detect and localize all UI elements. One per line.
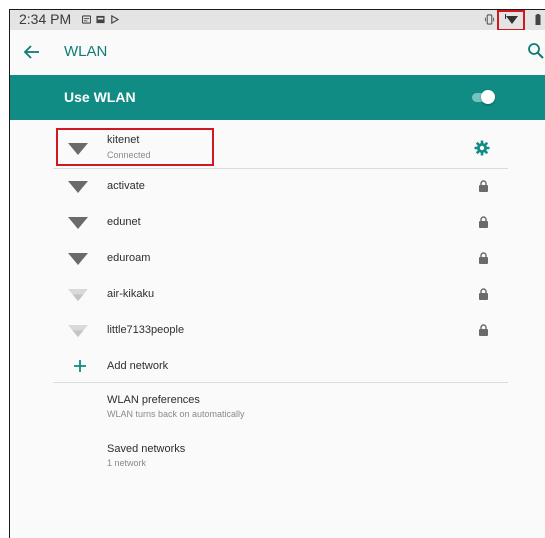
saved-networks-subtitle: 1 network	[107, 458, 147, 468]
lock-icon	[479, 252, 488, 264]
play-icon	[111, 15, 119, 24]
wlan-preferences-subtitle: WLAN turns back on automatically	[107, 409, 245, 419]
saved-networks-item[interactable]: Saved networks 1 network	[10, 437, 545, 477]
network-row-activate[interactable]: activate	[10, 168, 545, 204]
page-title: WLAN	[64, 43, 108, 60]
network-name: activate	[107, 180, 145, 192]
vibrate-icon	[484, 14, 495, 25]
back-arrow-icon[interactable]	[21, 41, 43, 63]
status-time: 2:34 PM	[19, 11, 72, 27]
search-icon[interactable]	[527, 42, 545, 60]
lock-icon	[479, 216, 488, 228]
wifi-signal-strong-icon	[68, 217, 88, 229]
network-name: eduroam	[107, 252, 151, 264]
network-name: air-kikaku	[107, 288, 155, 300]
wifi-signal-strong-icon	[68, 253, 88, 265]
lock-icon	[479, 288, 488, 300]
network-name: little7133people	[107, 324, 185, 336]
network-row-little7133people[interactable]: little7133people	[10, 312, 545, 348]
photo-icon	[96, 15, 105, 24]
wifi-signal-strong-icon	[68, 181, 88, 193]
network-row-edunet[interactable]: edunet	[10, 204, 545, 240]
app-bar: WLAN	[10, 30, 545, 76]
wlan-preferences-title: WLAN preferences	[107, 394, 200, 406]
plus-icon	[74, 360, 86, 372]
connected-network-highlight-box	[56, 128, 214, 166]
notification-icon	[82, 15, 91, 24]
status-bar: 2:34 PM	[10, 10, 545, 31]
wifi-signal-weak-icon	[68, 289, 88, 301]
gear-icon[interactable]	[474, 140, 490, 156]
toggle-thumb	[481, 90, 495, 104]
screen-frame: 2:34 PM WLAN Use WLAN kitenet Connected …	[9, 9, 545, 538]
wlan-preferences-item[interactable]: WLAN preferences WLAN turns back on auto…	[10, 388, 545, 428]
divider	[53, 382, 508, 383]
use-wlan-label: Use WLAN	[64, 89, 136, 105]
network-row-eduroam[interactable]: eduroam	[10, 240, 545, 276]
wifi-signal-weak-icon	[68, 325, 88, 337]
use-wlan-toggle[interactable]	[472, 90, 496, 104]
battery-icon	[535, 14, 541, 25]
lock-icon	[479, 180, 488, 192]
use-wlan-bar[interactable]: Use WLAN	[10, 75, 545, 120]
add-network-label: Add network	[107, 360, 169, 372]
network-row-air-kikaku[interactable]: air-kikaku	[10, 276, 545, 312]
lock-icon	[479, 324, 488, 336]
wifi-status-highlight-box	[497, 10, 525, 31]
network-name: edunet	[107, 216, 141, 228]
saved-networks-title: Saved networks	[107, 443, 186, 455]
add-network-button[interactable]: Add network	[10, 348, 545, 384]
